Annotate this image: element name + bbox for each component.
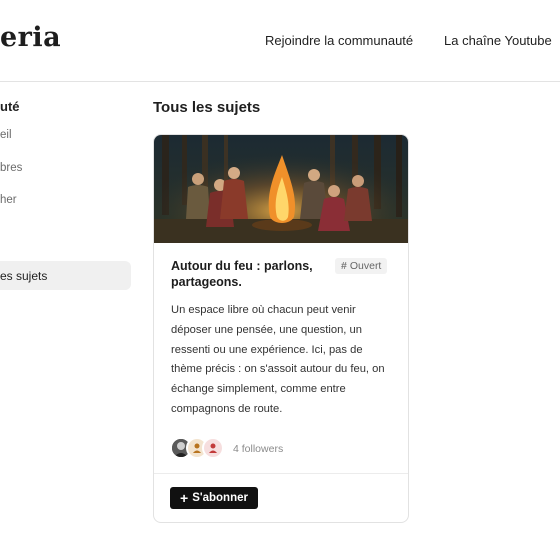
nav-link-youtube[interactable]: La chaîne Youtube: [444, 33, 552, 48]
followers-count: 4 followers: [233, 443, 284, 455]
hash-icon: #: [341, 260, 347, 272]
plus-icon: +: [180, 490, 189, 506]
avatar: [202, 437, 224, 459]
status-badge: # Ouvert: [335, 258, 388, 274]
follower-avatars: [170, 437, 230, 461]
topic-title[interactable]: Autour du feu : parlons, partageons.: [171, 258, 331, 290]
site-logo[interactable]: eria: [0, 22, 61, 53]
sidebar-item-label: es sujets: [0, 269, 48, 283]
card-divider: [154, 473, 408, 474]
user-icon: [209, 443, 217, 453]
logo-text: eria: [0, 22, 62, 53]
sidebar-heading: uté: [0, 99, 20, 114]
site-header: eria Rejoindre la communauté La chaîne Y…: [0, 0, 560, 82]
topic-card[interactable]: Autour du feu : parlons, partageons. # Ou…: [153, 134, 409, 523]
campfire-illustration: [154, 135, 408, 243]
subscribe-button[interactable]: + S'abonner: [170, 487, 258, 509]
nav-link-community[interactable]: Rejoindre la communauté: [265, 33, 413, 48]
sidebar-item-members[interactable]: bres: [0, 162, 22, 174]
page-title: Tous les sujets: [153, 99, 261, 116]
sidebar-item-home[interactable]: eil: [0, 129, 12, 141]
status-badge-label: Ouvert: [349, 260, 382, 272]
topic-description: Un espace libre où chacun peut venir dép…: [171, 304, 385, 415]
sidebar-item-all-topics[interactable]: es sujets: [0, 261, 131, 290]
subscribe-label: S'abonner: [192, 492, 248, 504]
sidebar-item-search[interactable]: her: [0, 194, 17, 206]
